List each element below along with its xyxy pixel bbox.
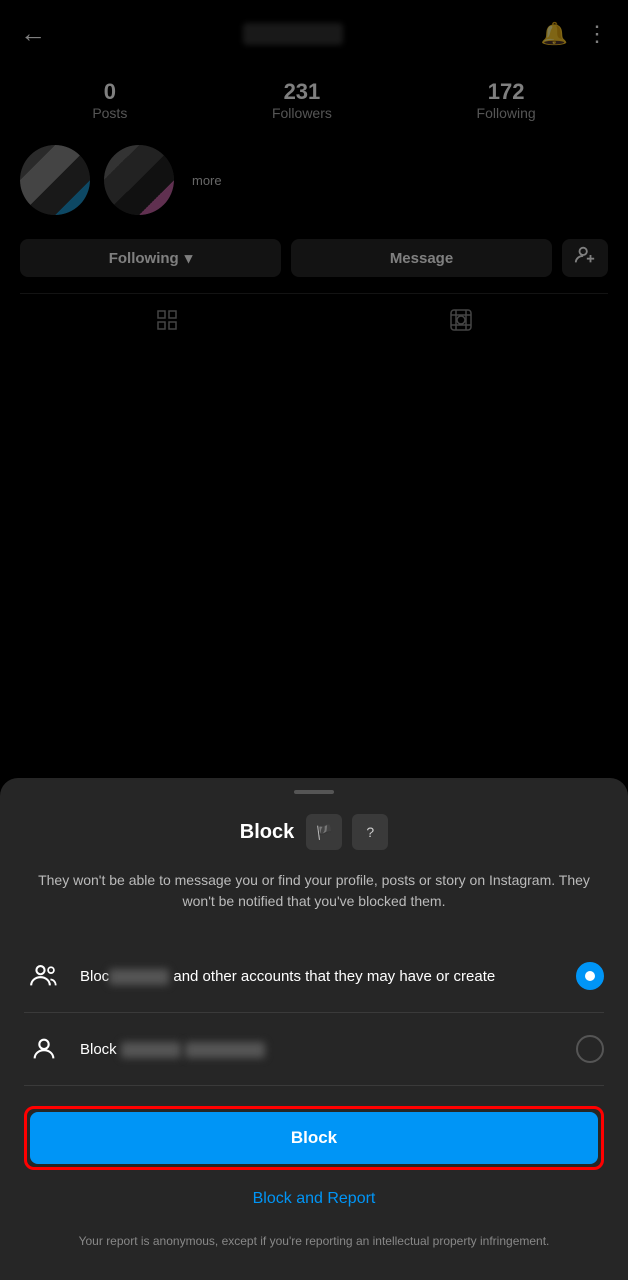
sheet-header: Block 🏴 ? <box>24 814 604 850</box>
person-icon <box>24 1029 64 1069</box>
blurred-username-1 <box>109 969 169 985</box>
option1-text: Bloc and other accounts that they may ha… <box>80 966 560 987</box>
block-button-wrapper: Block <box>24 1106 604 1170</box>
question-icon: ? <box>366 824 374 840</box>
multi-person-icon <box>24 956 64 996</box>
radio-option2[interactable] <box>576 1035 604 1063</box>
option2-text: Block <box>80 1039 560 1060</box>
sheet-description: They won't be able to message you or fin… <box>24 870 604 912</box>
radio-inner-1 <box>585 971 595 981</box>
block-button[interactable]: Block <box>30 1112 598 1164</box>
option2-prefix: Block <box>80 1041 117 1058</box>
block-option-1[interactable]: Bloc and other accounts that they may ha… <box>24 940 604 1013</box>
sheet-title: Block <box>240 821 294 844</box>
blurred-username-2 <box>121 1042 181 1058</box>
sheet-header-icons: 🏴 ? <box>306 814 388 850</box>
block-and-report-button[interactable]: Block and Report <box>24 1180 604 1218</box>
option1-suffix: and other accounts that they may have or… <box>173 968 495 985</box>
report-note: Your report is anonymous, except if you'… <box>24 1232 604 1250</box>
question-icon-box[interactable]: ? <box>352 814 388 850</box>
bottom-sheet: Block 🏴 ? They won't be able to message … <box>0 778 628 1280</box>
block-option-2[interactable]: Block <box>24 1013 604 1086</box>
flag-icon: 🏴 <box>316 824 333 841</box>
blurred-username-3 <box>185 1042 265 1058</box>
flag-icon-box: 🏴 <box>306 814 342 850</box>
sheet-handle <box>294 790 334 794</box>
radio-option1[interactable] <box>576 962 604 990</box>
